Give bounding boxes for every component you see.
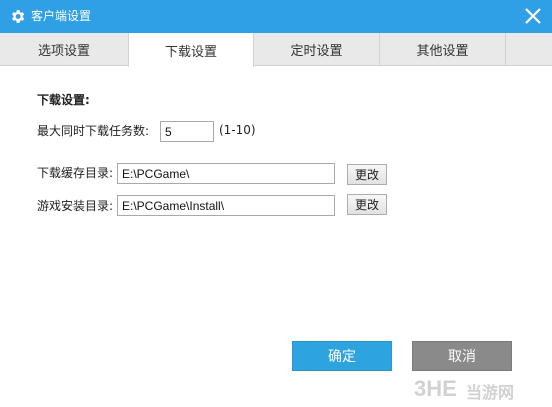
tab-bar-filler [506,33,552,66]
max-tasks-range: (1-10) [219,123,256,137]
tab-download[interactable]: 下载设置 [128,33,254,67]
tab-bar: 选项设置 下载设置 定时设置 其他设置 [0,33,552,67]
tab-other[interactable]: 其他设置 [380,33,506,66]
cancel-button[interactable]: 取消 [412,341,512,371]
tab-schedule[interactable]: 定时设置 [254,33,380,66]
watermark: 3HE 当游网 [414,373,544,403]
max-tasks-label: 最大同时下载任务数: [37,124,150,138]
tab-label: 选项设置 [37,44,90,59]
tab-options[interactable]: 选项设置 [0,33,129,66]
close-icon[interactable] [524,7,542,25]
install-dir-label: 游戏安装目录: [37,199,114,213]
watermark-text: 当游网 [466,383,515,402]
tab-label: 定时设置 [290,44,343,59]
cache-change-button[interactable]: 更改 [347,164,387,185]
install-dir-input[interactable] [117,195,335,216]
title-bar: 客户端设置 [0,0,552,33]
window-title: 客户端设置 [31,9,92,23]
watermark-logo-icon: 3HE [414,376,457,401]
tab-label: 其他设置 [416,44,469,59]
cache-dir-input[interactable] [117,163,335,184]
max-tasks-input[interactable] [160,121,214,142]
tab-label: 下载设置 [164,44,217,60]
gear-icon [12,10,25,23]
install-change-button[interactable]: 更改 [347,194,387,215]
cache-dir-label: 下载缓存目录: [37,166,114,180]
ok-button[interactable]: 确定 [292,341,392,371]
section-title: 下载设置: [37,93,90,107]
svg-text:3HE: 3HE [414,376,457,401]
